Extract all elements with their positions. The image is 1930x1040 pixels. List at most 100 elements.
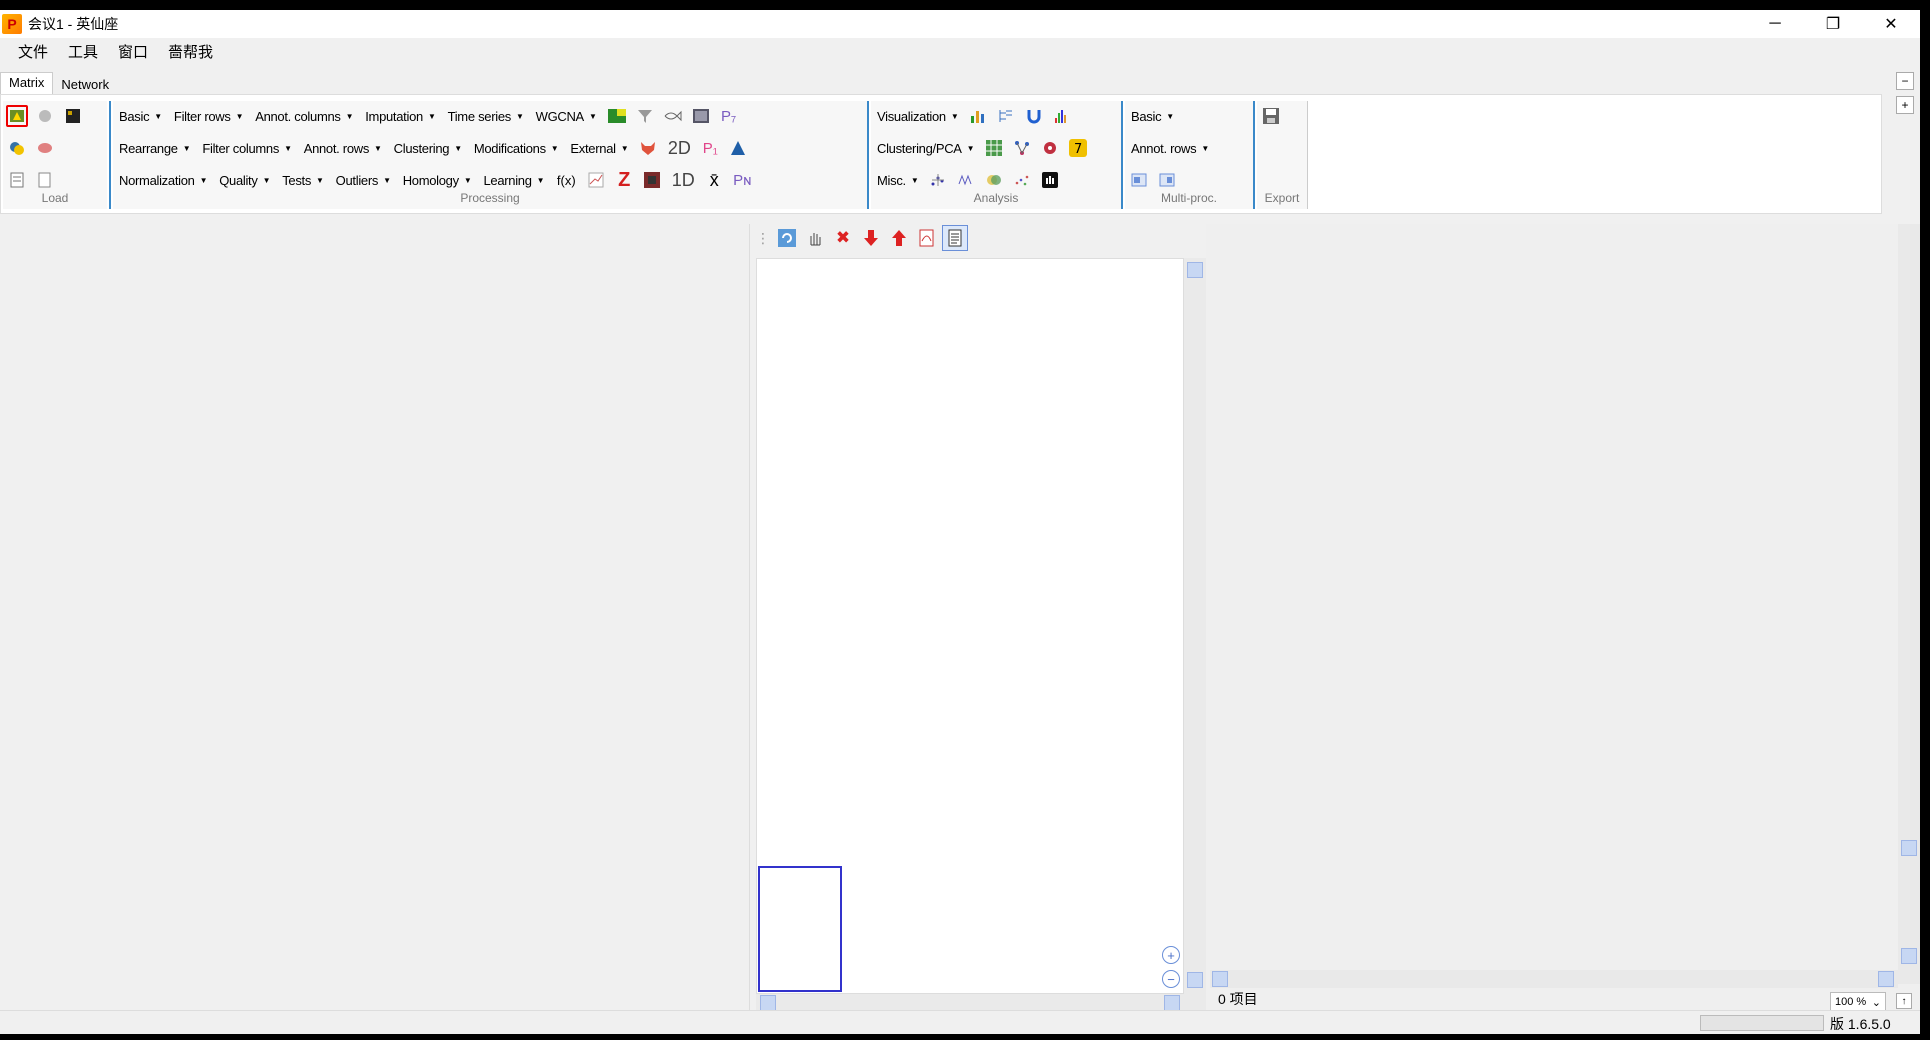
dropdown-visualization[interactable]: Visualization ▼ (871, 109, 964, 124)
menu-help[interactable]: 嗇帮我 (158, 40, 223, 66)
matrix-grid-icon[interactable] (641, 169, 663, 191)
load-matrix-icon[interactable] (62, 105, 84, 127)
dropdown-multiproc-basic[interactable]: Basic ▼ (1125, 109, 1180, 124)
zoom-in-icon[interactable]: + (1162, 946, 1180, 964)
dots-icon[interactable] (1011, 169, 1033, 191)
magnet-icon[interactable] (1023, 105, 1045, 127)
1d-icon[interactable]: 1D (669, 169, 697, 191)
fish-icon[interactable] (662, 105, 684, 127)
triangle-icon[interactable] (727, 137, 749, 159)
group-separator (1121, 101, 1123, 209)
right-horizontal-scrollbar[interactable] (1210, 970, 1898, 988)
tab-network[interactable]: Network (53, 75, 117, 94)
right-scroll-thumb-top[interactable] (1901, 840, 1917, 856)
scroll-thumb-bottom[interactable] (1187, 972, 1203, 988)
dropdown-multiproc-annot-rows[interactable]: Annot. rows ▼ (1125, 141, 1215, 156)
scroll-thumb-left[interactable] (760, 995, 776, 1011)
grid-icon[interactable] (983, 137, 1005, 159)
menu-file[interactable]: 文件 (8, 40, 58, 66)
load-generic-icon[interactable] (34, 105, 56, 127)
dropdown-quality[interactable]: Quality ▼ (213, 173, 276, 188)
zoom-out-icon[interactable]: − (1162, 970, 1180, 988)
menu-window[interactable]: 窗口 (108, 40, 158, 66)
dropdown-wgcna[interactable]: WGCNA ▼ (530, 109, 603, 124)
canvas-overview-box[interactable] (758, 866, 842, 992)
filter-icon[interactable] (634, 105, 656, 127)
dropdown-external[interactable]: External ▼ (564, 141, 634, 156)
brain-icon[interactable] (34, 137, 56, 159)
svg-text:7: 7 (1074, 142, 1082, 157)
tree-icon[interactable] (995, 105, 1017, 127)
fox-icon[interactable] (637, 137, 659, 159)
dropdown-basic[interactable]: Basic ▼ (113, 109, 168, 124)
text-document-icon[interactable] (942, 225, 968, 251)
python-icon[interactable] (6, 137, 28, 159)
2d-icon[interactable]: 2D (665, 137, 693, 159)
dropdown-modifications[interactable]: Modifications ▼ (468, 141, 565, 156)
refresh-icon[interactable] (774, 225, 800, 251)
group-load: Load (3, 101, 107, 209)
dropdown-clustering[interactable]: Clustering ▼ (388, 141, 468, 156)
pan-hand-icon[interactable] (802, 225, 828, 251)
p1-icon[interactable]: P₁ (699, 137, 721, 159)
dropdown-homology[interactable]: Homology ▼ (397, 173, 478, 188)
move-down-icon[interactable] (858, 225, 884, 251)
chart-line-icon[interactable] (585, 169, 607, 191)
multi-compare-icon[interactable] (1156, 169, 1178, 191)
function-icon[interactable]: f(x) (553, 169, 579, 191)
move-up-icon[interactable] (886, 225, 912, 251)
scroll-thumb-right[interactable] (1164, 995, 1180, 1011)
minimize-button[interactable]: ─ (1746, 10, 1804, 38)
right-scroll-thumb-left[interactable] (1212, 971, 1228, 987)
z-score-icon[interactable]: Z (613, 169, 635, 191)
p7-icon[interactable]: P₇ (718, 105, 740, 127)
flower-icon[interactable] (1039, 137, 1061, 159)
right-vertical-scrollbar[interactable] (1898, 224, 1920, 984)
document-icon[interactable] (34, 169, 56, 191)
venn-icon[interactable] (983, 169, 1005, 191)
histogram-icon[interactable] (1051, 105, 1073, 127)
ribbon-collapse-button[interactable]: − (1896, 72, 1914, 90)
delete-icon[interactable]: ✖ (830, 225, 856, 251)
dropdown-filter-columns[interactable]: Filter columns ▼ (196, 141, 297, 156)
image-icon[interactable] (690, 105, 712, 127)
save-icon[interactable] (1260, 105, 1282, 127)
ribbon-expand-button[interactable]: + (1896, 96, 1914, 114)
dropdown-misc[interactable]: Misc. ▼ (871, 173, 924, 188)
pn-icon[interactable]: Pɴ (731, 169, 753, 191)
dropdown-annot-columns[interactable]: Annot. columns ▼ (249, 109, 359, 124)
dropdown-time-series[interactable]: Time series ▼ (442, 109, 530, 124)
wave-icon[interactable] (955, 169, 977, 191)
dropdown-rearrange[interactable]: Rearrange ▼ (113, 141, 196, 156)
scroll-up-button[interactable]: ↑ (1896, 993, 1912, 1009)
scatter-icon[interactable] (927, 169, 949, 191)
restore-button[interactable]: ❐ (1804, 10, 1862, 38)
scroll-thumb-top[interactable] (1187, 262, 1203, 278)
dropdown-normalization[interactable]: Normalization ▼ (113, 173, 213, 188)
hand-stop-icon[interactable] (1039, 169, 1061, 191)
network-graph-icon[interactable] (1011, 137, 1033, 159)
table-icon[interactable] (6, 169, 28, 191)
chevron-down-icon: ⌄ (1871, 996, 1881, 1009)
right-scroll-thumb-bottom[interactable] (1901, 948, 1917, 964)
dropdown-clustering-pca[interactable]: Clustering/PCA ▼ (871, 141, 980, 156)
right-scroll-thumb-right[interactable] (1878, 971, 1894, 987)
dropdown-filter-rows[interactable]: Filter rows ▼ (168, 109, 249, 124)
dropdown-learning[interactable]: Learning ▼ (477, 173, 550, 188)
dropdown-outliers[interactable]: Outliers ▼ (330, 173, 397, 188)
pdf-icon[interactable] (914, 225, 940, 251)
mean-icon[interactable]: x̄ (703, 169, 725, 191)
number-seven-icon[interactable]: 7 (1067, 137, 1089, 159)
multi-window-icon[interactable] (1128, 169, 1150, 191)
canvas-vertical-scrollbar[interactable] (1184, 258, 1206, 994)
bar-chart-icon[interactable] (967, 105, 989, 127)
tab-matrix[interactable]: Matrix (0, 72, 54, 94)
close-button[interactable]: ✕ (1862, 10, 1920, 38)
zoom-select[interactable]: 100 % ⌄ (1830, 992, 1886, 1012)
heatmap-icon[interactable] (606, 105, 628, 127)
load-file-icon[interactable] (6, 105, 28, 127)
dropdown-annot-rows[interactable]: Annot. rows ▼ (298, 141, 388, 156)
dropdown-imputation[interactable]: Imputation ▼ (359, 109, 441, 124)
dropdown-tests[interactable]: Tests ▼ (276, 173, 329, 188)
menu-tools[interactable]: 工具 (58, 40, 108, 66)
